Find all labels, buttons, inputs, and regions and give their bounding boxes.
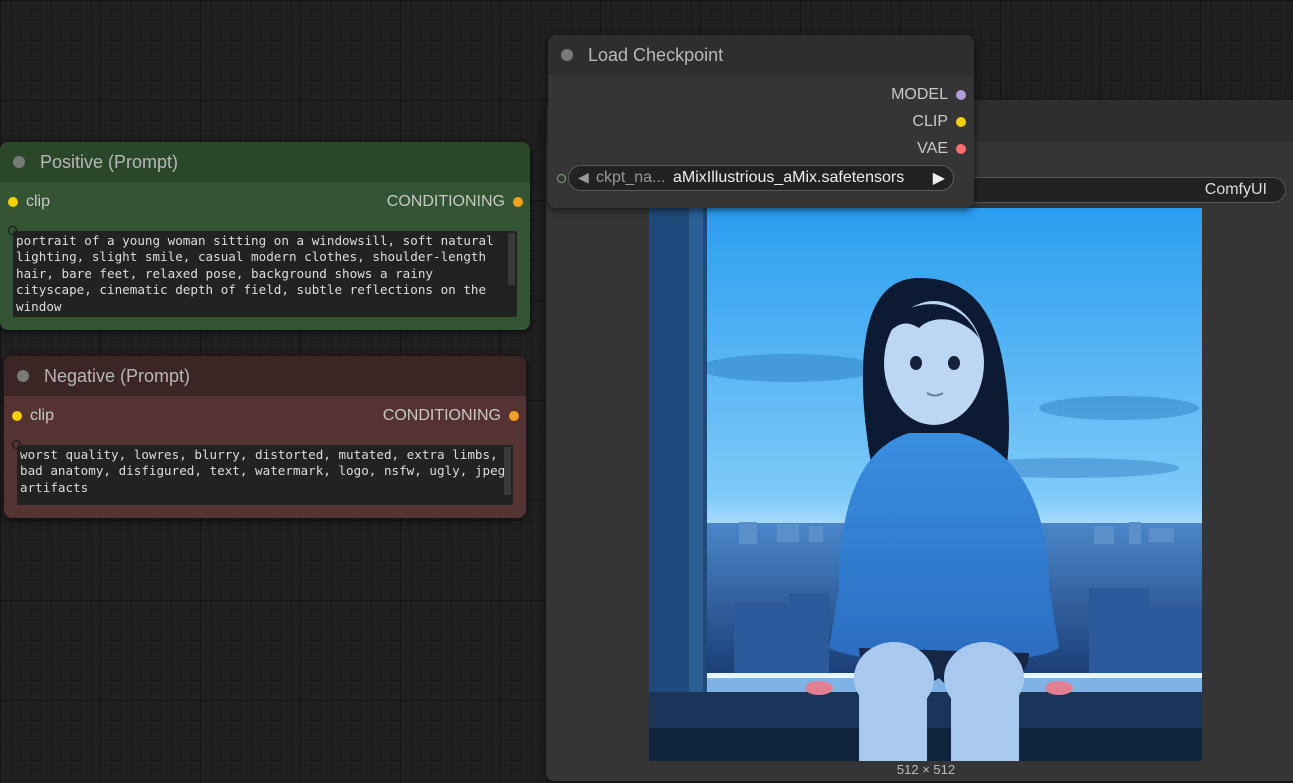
- node-title: Load Checkpoint: [588, 45, 724, 65]
- clip-output-dot-icon[interactable]: [956, 117, 966, 127]
- negative-prompt-node[interactable]: Negative (Prompt) clip CONDITIONING wors…: [4, 356, 526, 518]
- collapse-dot-icon[interactable]: [561, 49, 573, 61]
- combo-widget-value: aMixIllustrious_aMix.safetensors: [673, 169, 905, 186]
- widget-input-ring-icon[interactable]: [557, 174, 566, 183]
- collapse-dot-icon[interactable]: [13, 156, 25, 168]
- textarea-scrollbar[interactable]: [504, 447, 511, 495]
- output-label-conditioning: CONDITIONING: [382, 407, 501, 424]
- input-label-clip: clip: [30, 407, 55, 424]
- negative-prompt-textarea[interactable]: worst quality, lowres, blurry, distorted…: [17, 445, 513, 505]
- load-checkpoint-node[interactable]: Load Checkpoint MODEL CLIP VAE ◀ ckpt_na…: [548, 35, 974, 208]
- positive-prompt-textarea[interactable]: portrait of a young woman sitting on a w…: [13, 231, 517, 317]
- output-label-conditioning: CONDITIONING: [386, 193, 505, 210]
- positive-prompt-node[interactable]: Positive (Prompt) clip CONDITIONING port…: [0, 142, 530, 330]
- input-label-clip: clip: [26, 193, 51, 210]
- combo-prev-arrow-icon[interactable]: ◀: [578, 169, 589, 186]
- model-output-dot-icon[interactable]: [956, 90, 966, 100]
- generated-image[interactable]: [649, 208, 1202, 761]
- clip-input-dot-icon[interactable]: [12, 411, 22, 421]
- conditioning-output-dot-icon[interactable]: [509, 411, 519, 421]
- negative-title-bar[interactable]: Negative (Prompt): [4, 356, 526, 396]
- node-title: Negative (Prompt): [44, 366, 191, 386]
- clip-input-dot-icon[interactable]: [8, 197, 18, 207]
- image-size-label: 512 × 512: [896, 762, 956, 777]
- ckpt-name-combo[interactable]: ◀ ckpt_na... aMixIllustrious_aMix.safete…: [568, 165, 954, 191]
- filename-prefix-widget[interactable]: ComfyUI: [960, 177, 1286, 203]
- positive-title-bar[interactable]: Positive (Prompt): [0, 142, 530, 182]
- conditioning-output-dot-icon[interactable]: [513, 197, 523, 207]
- filename-prefix-value: ComfyUI: [1204, 181, 1267, 198]
- node-title: Positive (Prompt): [40, 152, 179, 172]
- load-checkpoint-title-bar[interactable]: Load Checkpoint: [548, 35, 974, 75]
- output-label-vae: VAE: [917, 140, 948, 157]
- combo-next-arrow-icon[interactable]: ▶: [933, 168, 945, 188]
- textarea-scrollbar[interactable]: [508, 233, 515, 285]
- combo-widget-name: ckpt_na...: [596, 169, 666, 186]
- output-label-model: MODEL: [891, 86, 948, 103]
- vae-output-dot-icon[interactable]: [956, 144, 966, 154]
- collapse-dot-icon[interactable]: [17, 370, 29, 382]
- generated-image-illustration: [649, 208, 1202, 761]
- output-label-clip: CLIP: [912, 113, 948, 130]
